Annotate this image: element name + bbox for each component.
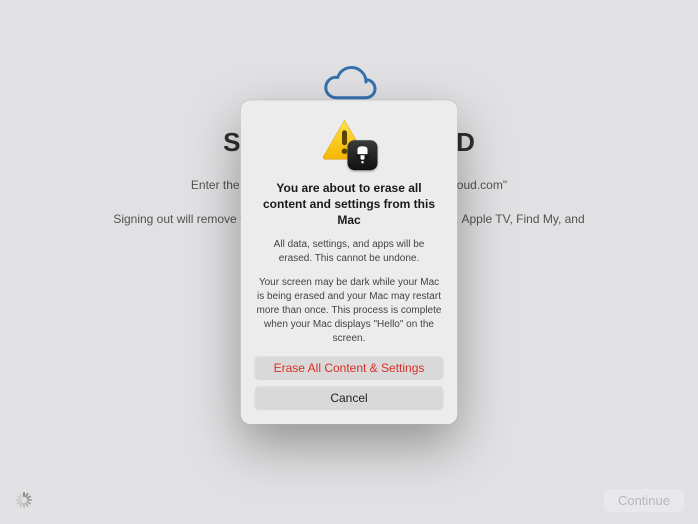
warning-icon: [321, 118, 377, 170]
dialog-title: You are about to erase all content and s…: [255, 180, 444, 229]
erase-button[interactable]: Erase All Content & Settings: [255, 356, 444, 380]
cancel-button[interactable]: Cancel: [255, 386, 444, 410]
continue-button[interactable]: Continue: [604, 489, 684, 512]
spinner-icon: [16, 492, 32, 508]
assistant-app-icon: [347, 140, 377, 170]
dialog-body-2: Your screen may be dark while your Mac i…: [255, 276, 444, 346]
erase-confirm-dialog: You are about to erase all content and s…: [241, 100, 458, 424]
dialog-body-1: All data, settings, and apps will be era…: [255, 238, 444, 266]
